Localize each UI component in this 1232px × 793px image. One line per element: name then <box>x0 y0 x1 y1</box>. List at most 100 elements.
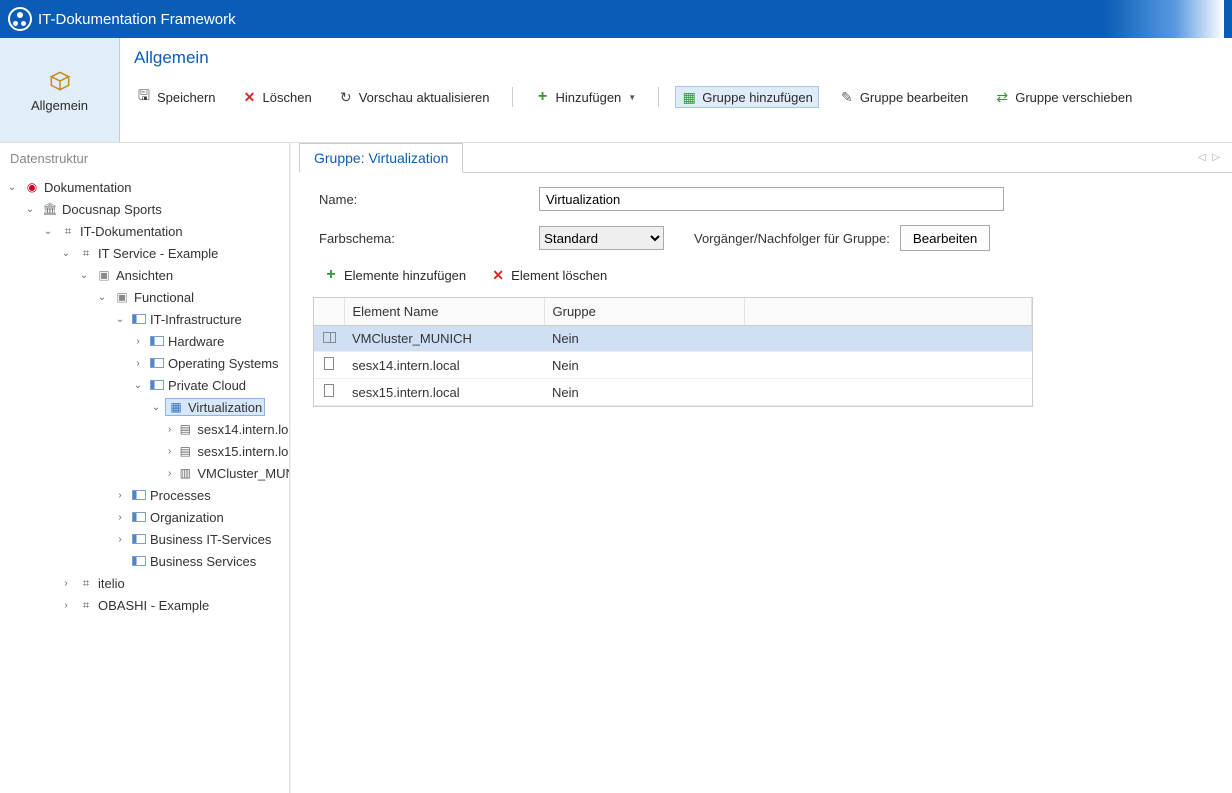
tree-label: Docusnap Sports <box>62 202 162 217</box>
app-title: IT-Dokumentation Framework <box>38 11 236 28</box>
table-row[interactable]: sesx14.intern.localNein <box>314 352 1032 379</box>
chevron-down-icon[interactable]: ⌄ <box>42 226 54 237</box>
tree-item-virtualization[interactable]: ⌄▦Virtualization <box>150 396 289 418</box>
tree-label: Hardware <box>168 334 224 349</box>
tree-item-hardware[interactable]: › Hardware <box>132 330 289 352</box>
tree-label: OBASHI - Example <box>98 598 209 613</box>
cluster-icon <box>323 332 336 343</box>
chevron-down-icon[interactable]: ⌄ <box>114 314 126 325</box>
chevron-right-icon[interactable]: › <box>114 534 126 545</box>
predecessor-label: Vorgänger/Nachfolger für Gruppe: <box>694 231 890 246</box>
grid-header-group[interactable]: Gruppe <box>544 298 744 326</box>
table-row[interactable]: VMCluster_MUNICHNein <box>314 326 1032 352</box>
cell-name: sesx14.intern.local <box>344 352 544 379</box>
cube-icon: ▣ <box>96 267 112 283</box>
titlebar-gradient <box>1104 0 1224 38</box>
form-row-name: Name: <box>299 173 1232 211</box>
hierarchy-icon: ⌗ <box>78 597 94 613</box>
tree-item-it-infra[interactable]: ⌄ IT-Infrastructure <box>114 308 289 330</box>
chevron-down-icon[interactable]: ⌄ <box>132 380 144 391</box>
chevron-right-icon[interactable]: › <box>132 336 144 347</box>
delete-label: Löschen <box>263 90 312 105</box>
grid-header-extra[interactable] <box>744 298 1032 326</box>
chevron-down-icon[interactable]: ⌄ <box>24 204 36 215</box>
tree[interactable]: ⌄◉Dokumentation ⌄🏛Docusnap Sports ⌄⌗IT-D… <box>0 174 289 793</box>
grid-header-icon[interactable] <box>314 298 344 326</box>
add-button[interactable]: +Hinzufügen▼ <box>529 86 643 108</box>
chevron-right-icon[interactable]: › <box>168 424 171 435</box>
tree-item-itdoc[interactable]: ⌄⌗IT-Dokumentation <box>42 220 289 242</box>
tree-label: Operating Systems <box>168 356 279 371</box>
layer-icon <box>132 512 146 522</box>
delete-icon: ✕ <box>490 267 506 283</box>
tree-item-business-services[interactable]: ›Business Services <box>114 550 289 572</box>
tree-item-host1[interactable]: ›▤sesx14.intern.local <box>168 418 289 440</box>
edit-group-label: Gruppe bearbeiten <box>860 90 968 105</box>
grid-header-name[interactable]: Element Name <box>344 298 544 326</box>
tree-item-processes[interactable]: ›Processes <box>114 484 289 506</box>
tree-item-functional[interactable]: ⌄▣Functional <box>96 286 289 308</box>
tree-item-organization[interactable]: › Organization <box>114 506 289 528</box>
delete-element-button[interactable]: ✕Element löschen <box>486 265 611 285</box>
tree-item-os[interactable]: › Operating Systems <box>132 352 289 374</box>
tree-item-views[interactable]: ⌄▣Ansichten <box>78 264 289 286</box>
tree-item-business-it[interactable]: ›Business IT-Services <box>114 528 289 550</box>
layer-icon <box>150 358 164 368</box>
titlebar: IT-Dokumentation Framework <box>0 0 1232 38</box>
tree-item-company[interactable]: ⌄🏛Docusnap Sports <box>24 198 289 220</box>
scheme-select[interactable]: Standard <box>539 226 664 250</box>
chevron-right-icon[interactable]: › <box>114 512 126 523</box>
chevron-right-icon[interactable]: › <box>114 490 126 501</box>
add-element-button[interactable]: +Elemente hinzufügen <box>319 265 470 285</box>
pencil-icon: ✎ <box>839 89 855 105</box>
plus-icon: + <box>535 89 551 105</box>
chevron-right-icon[interactable]: › <box>60 578 72 589</box>
element-grid[interactable]: Element Name Gruppe VMCluster_MUNICHNein… <box>313 297 1033 407</box>
server-icon <box>324 357 334 370</box>
edit-group-button[interactable]: ✎ Gruppe bearbeiten <box>833 86 974 108</box>
swap-icon: ⇄ <box>994 89 1010 105</box>
table-row[interactable]: sesx15.intern.localNein <box>314 379 1032 406</box>
tab-pager[interactable]: ◁ ▷ <box>1198 152 1232 163</box>
chevron-right-icon[interactable]: › <box>168 468 171 479</box>
delete-button[interactable]: ✕Löschen <box>236 86 318 108</box>
ribbon-tab-allgemein[interactable]: Allgemein <box>0 38 120 142</box>
sub-toolbar: +Elemente hinzufügen ✕Element löschen <box>299 251 1232 293</box>
refresh-button[interactable]: ↻Vorschau aktualisieren <box>332 86 496 108</box>
hierarchy-icon: ⌗ <box>78 575 94 591</box>
tree-label: IT-Infrastructure <box>150 312 242 327</box>
add-label: Hinzufügen <box>556 90 622 105</box>
chevron-right-icon[interactable]: › <box>60 600 72 611</box>
layer-icon <box>150 380 164 390</box>
edit-predecessor-button[interactable]: Bearbeiten <box>900 225 990 251</box>
tree-item-service[interactable]: ⌄⌗IT Service - Example <box>60 242 289 264</box>
add-group-button[interactable]: ▦Gruppe hinzufügen <box>675 86 819 108</box>
tree-item-cluster[interactable]: ›▥VMCluster_MUNICH <box>168 462 289 484</box>
tree-item-obashi[interactable]: › ⌗ OBASHI - Example <box>60 594 289 616</box>
server-icon: ▤ <box>177 421 193 437</box>
chevron-right-icon[interactable]: › <box>168 446 171 457</box>
tree-item-dokumentation[interactable]: ⌄◉Dokumentation <box>6 176 289 198</box>
tree-label: Organization <box>150 510 224 525</box>
add-element-label: Elemente hinzufügen <box>344 268 466 283</box>
chevron-right-icon[interactable]: › <box>132 358 144 369</box>
separator <box>512 87 513 107</box>
tree-item-private-cloud[interactable]: ⌄Private Cloud <box>132 374 289 396</box>
detail-tab-group[interactable]: Gruppe: Virtualization <box>299 143 463 173</box>
cube-icon <box>47 68 73 94</box>
refresh-icon: ↻ <box>338 89 354 105</box>
tree-item-itelio[interactable]: › ⌗ itelio <box>60 572 289 594</box>
chevron-down-icon[interactable]: ⌄ <box>78 270 90 281</box>
chevron-down-icon[interactable]: ⌄ <box>96 292 108 303</box>
chevron-down-icon[interactable]: ⌄ <box>60 248 72 259</box>
move-group-button[interactable]: ⇄Gruppe verschieben <box>988 86 1138 108</box>
save-button[interactable]: 🖫Speichern <box>130 86 222 108</box>
chevron-down-icon[interactable]: ⌄ <box>150 402 162 413</box>
tree-label: itelio <box>98 576 125 591</box>
tree-item-host2[interactable]: ›▤sesx15.intern.local <box>168 440 289 462</box>
chevron-down-icon[interactable]: ⌄ <box>6 182 18 193</box>
hierarchy-icon: ⌗ <box>60 223 76 239</box>
layer-icon <box>132 534 146 544</box>
name-input[interactable] <box>539 187 1004 211</box>
layer-icon <box>132 556 146 566</box>
